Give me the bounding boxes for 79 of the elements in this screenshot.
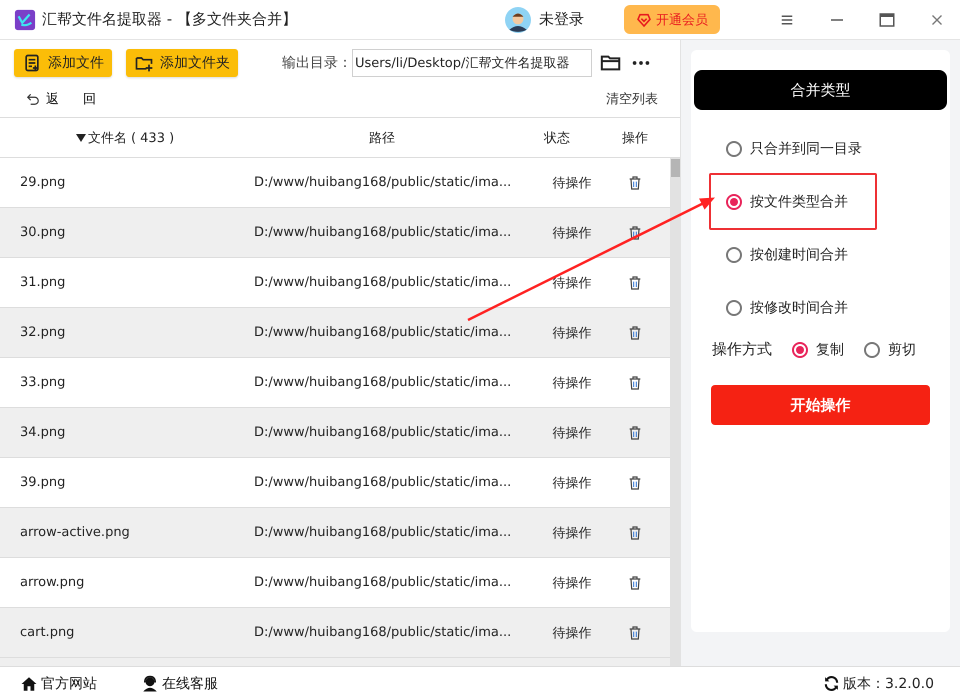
- radio-button[interactable]: [864, 342, 880, 358]
- trash-icon[interactable]: [627, 324, 643, 341]
- undo-icon: [26, 92, 40, 106]
- refresh-icon[interactable]: [823, 675, 840, 692]
- status-cell-text: 待操作: [552, 624, 592, 642]
- status-cell-text: 待操作: [552, 574, 592, 592]
- radio-option[interactable]: 剪切: [864, 340, 916, 358]
- add-file-button[interactable]: 添加文件: [14, 48, 112, 77]
- radio-option[interactable]: 按修改时间合并: [709, 281, 909, 334]
- file-name-cell-text: 29.png: [19, 175, 66, 190]
- path-cell-text: D:/www/huibang168/public/static/ima...: [253, 225, 512, 240]
- status-cell-text: 待操作: [552, 424, 592, 442]
- file-name-cell-text: arrow.png: [19, 575, 86, 590]
- trash-icon[interactable]: [627, 624, 643, 641]
- output-label: 输出目录：: [282, 54, 352, 72]
- start-button[interactable]: 开始操作: [711, 385, 930, 425]
- trash-icon[interactable]: [627, 174, 643, 191]
- app-logo-icon: [14, 8, 36, 30]
- radio-button[interactable]: [726, 246, 742, 262]
- status-cell-text: 待操作: [552, 174, 592, 192]
- column-header[interactable]: 文件名 ( 433 ): [88, 128, 174, 147]
- path-cell-text: D:/www/huibang168/public/static/ima...: [253, 325, 512, 340]
- radio-button[interactable]: [792, 342, 808, 358]
- column-header: 路径: [369, 130, 395, 147]
- trash-icon[interactable]: [627, 424, 643, 441]
- output-directory-field[interactable]: Users/li/Desktop/汇帮文件名提取器: [352, 48, 592, 77]
- path-cell-text: D:/www/huibang168/public/static/ima...: [253, 525, 512, 540]
- footer-link[interactable]: 在线客服: [141, 674, 218, 692]
- trash-icon[interactable]: [627, 474, 643, 491]
- status-cell-text: 待操作: [552, 224, 592, 242]
- path-cell-text: D:/www/huibang168/public/static/ima...: [253, 425, 512, 440]
- status-cell-text: 待操作: [552, 374, 592, 392]
- home-icon: [20, 674, 38, 692]
- path-cell-text: D:/www/huibang168/public/static/ima...: [253, 375, 512, 390]
- file-name-cell-text: arrow-active.png: [19, 525, 131, 540]
- login-status[interactable]: 未登录: [539, 10, 584, 29]
- column-header: 操作: [622, 130, 648, 147]
- panel-title: 合并类型: [694, 70, 947, 110]
- maximize-icon[interactable]: [878, 10, 896, 28]
- status-cell-text: 待操作: [552, 274, 592, 292]
- column-header: 状态: [544, 130, 570, 147]
- trash-icon[interactable]: [627, 524, 643, 541]
- trash-icon[interactable]: [627, 374, 643, 391]
- version-label: 版本：3.2.0.0: [843, 674, 934, 692]
- file-name-cell-text: 30.png: [19, 225, 66, 240]
- status-cell-text: 待操作: [552, 324, 592, 342]
- file-name-cell-text: 39.png: [19, 475, 66, 490]
- scrollbar-thumb[interactable]: [671, 159, 680, 178]
- path-cell-text: D:/www/huibang168/public/static/ima...: [253, 575, 512, 590]
- mode-label: 操作方式: [712, 340, 772, 359]
- path-cell-text: D:/www/huibang168/public/static/ima...: [253, 275, 512, 290]
- file-name-cell-text: cart.png: [19, 625, 76, 640]
- radio-option[interactable]: 按创建时间合并: [709, 228, 909, 281]
- trash-icon[interactable]: [627, 224, 643, 241]
- sort-caret-icon[interactable]: [76, 134, 86, 142]
- trash-icon[interactable]: [627, 574, 643, 591]
- back-button[interactable]: 返 回: [26, 90, 106, 108]
- add-folder-button[interactable]: 添加文件夹: [126, 48, 238, 77]
- file-name-cell-text: 31.png: [19, 275, 66, 290]
- file-name-cell-text: 33.png: [19, 375, 66, 390]
- avatar-icon[interactable]: [505, 6, 531, 32]
- radio-button[interactable]: [726, 194, 742, 210]
- clear-list-button[interactable]: 清空列表: [606, 90, 658, 108]
- path-cell-text: D:/www/huibang168/public/static/ima...: [253, 625, 512, 640]
- radio-button[interactable]: [726, 140, 742, 156]
- footer-link[interactable]: 官方网站: [20, 674, 97, 692]
- trash-icon[interactable]: [627, 274, 643, 291]
- file-name-cell-text: 32.png: [19, 325, 66, 340]
- file-name-cell-text: 34.png: [19, 425, 66, 440]
- window-title: 汇帮文件名提取器 - 【多文件夹合并】: [42, 10, 297, 29]
- path-cell-text: D:/www/huibang168/public/static/ima...: [253, 475, 512, 490]
- radio-option[interactable]: 复制: [792, 340, 844, 358]
- path-cell-text: D:/www/huibang168/public/static/ima...: [253, 175, 512, 190]
- radio-option[interactable]: 只合并到同一目录: [709, 122, 909, 175]
- radio-button[interactable]: [726, 300, 742, 316]
- status-cell-text: 待操作: [552, 524, 592, 542]
- radio-option[interactable]: 按文件类型合并: [709, 173, 877, 230]
- status-cell-text: 待操作: [552, 474, 592, 492]
- headset-icon: [141, 674, 159, 692]
